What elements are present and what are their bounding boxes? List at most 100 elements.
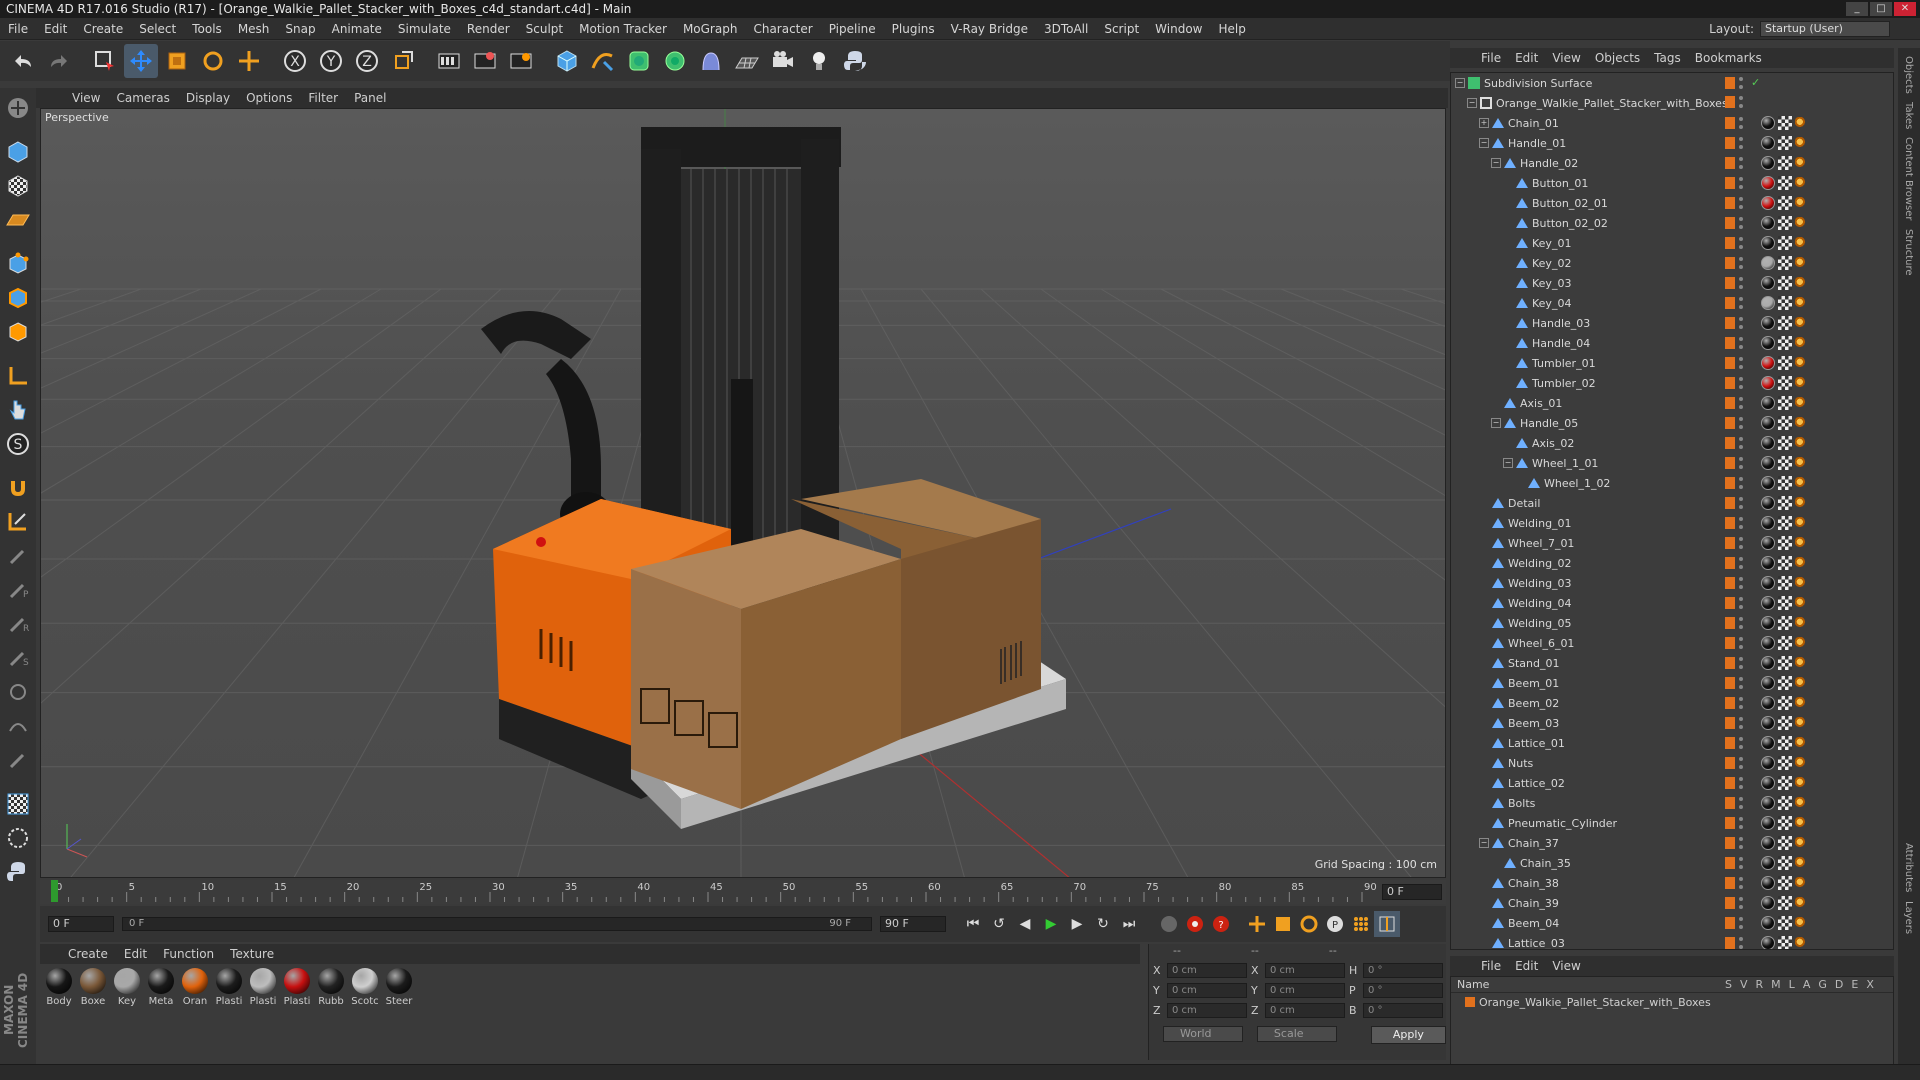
deformer-icon[interactable] — [694, 44, 728, 78]
texture-tag-icon[interactable] — [1778, 656, 1792, 670]
expand-toggle-icon[interactable] — [1479, 898, 1489, 908]
expand-toggle-icon[interactable] — [1479, 558, 1489, 568]
visibility-dots-icon[interactable] — [1738, 937, 1744, 949]
snap-icon[interactable]: S — [2, 428, 34, 460]
visibility-dots-icon[interactable] — [1738, 757, 1744, 769]
playhead[interactable] — [51, 880, 58, 902]
material-tag-icon[interactable] — [1761, 896, 1775, 910]
size-mode-dropdown[interactable]: Scale — [1256, 1026, 1337, 1042]
floor-icon[interactable] — [730, 44, 764, 78]
visibility-dots-icon[interactable] — [1738, 337, 1744, 349]
expand-toggle-icon[interactable] — [1503, 358, 1513, 368]
phong-tag-icon[interactable] — [1795, 677, 1807, 689]
phong-tag-icon[interactable] — [1795, 637, 1807, 649]
visibility-dots-icon[interactable] — [1738, 237, 1744, 249]
live-selection-icon[interactable] — [88, 44, 122, 78]
next-frame-icon[interactable]: ▶ — [1064, 911, 1090, 937]
material-item[interactable]: Body — [44, 968, 74, 1060]
texture-tag-icon[interactable] — [1778, 116, 1792, 130]
object-row[interactable]: Key_04 — [1451, 293, 1893, 313]
side-tab-attributes[interactable]: Attributes — [1903, 843, 1914, 892]
material-tag-icon[interactable] — [1761, 656, 1775, 670]
expand-toggle-icon[interactable] — [1491, 858, 1501, 868]
phong-tag-icon[interactable] — [1795, 597, 1807, 609]
expand-toggle-icon[interactable] — [1503, 298, 1513, 308]
material-item[interactable]: Meta — [146, 968, 176, 1060]
perspective-viewport[interactable]: Perspective Grid Spacing : 100 cm — [40, 108, 1446, 878]
timeline-window-icon[interactable] — [1374, 911, 1400, 937]
object-row[interactable]: Tumbler_01 — [1451, 353, 1893, 373]
material-tag-icon[interactable] — [1761, 876, 1775, 890]
viewport-menu-display[interactable]: Display — [180, 91, 236, 105]
texture-tag-icon[interactable] — [1778, 416, 1792, 430]
play-icon[interactable]: ▶ — [1038, 911, 1064, 937]
visibility-dots-icon[interactable] — [1738, 717, 1744, 729]
expand-toggle-icon[interactable] — [1503, 258, 1513, 268]
expand-toggle-icon[interactable] — [1479, 698, 1489, 708]
layer-column-x[interactable]: X — [1866, 978, 1874, 991]
material-tag-icon[interactable] — [1761, 816, 1775, 830]
side-tab-structure[interactable]: Structure — [1903, 229, 1914, 276]
visibility-dots-icon[interactable] — [1738, 217, 1744, 229]
menu-3dtoall[interactable]: 3DToAll — [1036, 22, 1096, 36]
object-row[interactable]: Button_02_02 — [1451, 213, 1893, 233]
expand-toggle-icon[interactable] — [1503, 378, 1513, 388]
material-tag-icon[interactable] — [1761, 236, 1775, 250]
go-to-end-icon[interactable]: ⏭ — [1116, 911, 1142, 937]
visibility-dots-icon[interactable] — [1738, 317, 1744, 329]
visibility-dots-icon[interactable] — [1738, 297, 1744, 309]
material-tag-icon[interactable] — [1761, 356, 1775, 370]
scale-tool-icon[interactable] — [160, 44, 194, 78]
object-row[interactable]: Button_01 — [1451, 173, 1893, 193]
polygons-mode-icon[interactable] — [2, 316, 34, 348]
object-row[interactable]: Wheel_7_01 — [1451, 533, 1893, 553]
texture-tag-icon[interactable] — [1778, 576, 1792, 590]
material-tag-icon[interactable] — [1761, 156, 1775, 170]
expand-toggle-icon[interactable] — [1515, 478, 1525, 488]
move-tool-icon[interactable] — [124, 44, 158, 78]
expand-toggle-icon[interactable]: − — [1479, 838, 1489, 848]
texture-tag-icon[interactable] — [1778, 616, 1792, 630]
texture-tag-icon[interactable] — [1778, 916, 1792, 930]
layer-menu-file[interactable]: File — [1474, 959, 1508, 973]
layer-menu-view[interactable]: View — [1545, 959, 1587, 973]
expand-toggle-icon[interactable] — [1503, 238, 1513, 248]
material-tag-icon[interactable] — [1761, 636, 1775, 650]
viewport-menu-view[interactable]: View — [66, 91, 106, 105]
menu-motion-tracker[interactable]: Motion Tracker — [571, 22, 675, 36]
material-menu-create[interactable]: Create — [60, 947, 116, 961]
expand-toggle-icon[interactable] — [1491, 398, 1501, 408]
phong-tag-icon[interactable] — [1795, 237, 1807, 249]
texture-tag-icon[interactable] — [1778, 396, 1792, 410]
material-tag-icon[interactable] — [1761, 556, 1775, 570]
object-menu-file[interactable]: File — [1474, 51, 1508, 65]
material-item[interactable]: Rubb — [316, 968, 346, 1060]
previous-key-icon[interactable]: ↺ — [986, 911, 1012, 937]
position-field[interactable]: 0 cm — [1167, 962, 1247, 978]
python-icon[interactable] — [838, 44, 872, 78]
object-row[interactable]: Chain_35 — [1451, 853, 1893, 873]
menu-v-ray-bridge[interactable]: V-Ray Bridge — [943, 22, 1036, 36]
expand-toggle-icon[interactable] — [1479, 798, 1489, 808]
visibility-dots-icon[interactable] — [1738, 597, 1744, 609]
material-item[interactable]: Oran — [180, 968, 210, 1060]
material-tag-icon[interactable] — [1761, 716, 1775, 730]
visibility-dots-icon[interactable] — [1738, 697, 1744, 709]
phong-tag-icon[interactable] — [1795, 497, 1807, 509]
key-parameter-icon[interactable]: P — [1322, 911, 1348, 937]
texture-tag-icon[interactable] — [1778, 736, 1792, 750]
object-row[interactable]: Handle_04 — [1451, 333, 1893, 353]
texture-tag-icon[interactable] — [1778, 296, 1792, 310]
apply-button[interactable]: Apply — [1370, 1026, 1447, 1044]
menu-render[interactable]: Render — [459, 22, 518, 36]
expand-toggle-icon[interactable] — [1479, 678, 1489, 688]
expand-toggle-icon[interactable] — [1479, 658, 1489, 668]
object-row[interactable]: Button_02_01 — [1451, 193, 1893, 213]
visibility-dots-icon[interactable] — [1738, 817, 1744, 829]
object-row[interactable]: Handle_03 — [1451, 313, 1893, 333]
menu-plugins[interactable]: Plugins — [884, 22, 943, 36]
object-row[interactable]: − Subdivision Surface ✓ — [1451, 73, 1893, 93]
phong-tag-icon[interactable] — [1795, 897, 1807, 909]
phong-tag-icon[interactable] — [1795, 257, 1807, 269]
object-row[interactable]: Lattice_01 — [1451, 733, 1893, 753]
